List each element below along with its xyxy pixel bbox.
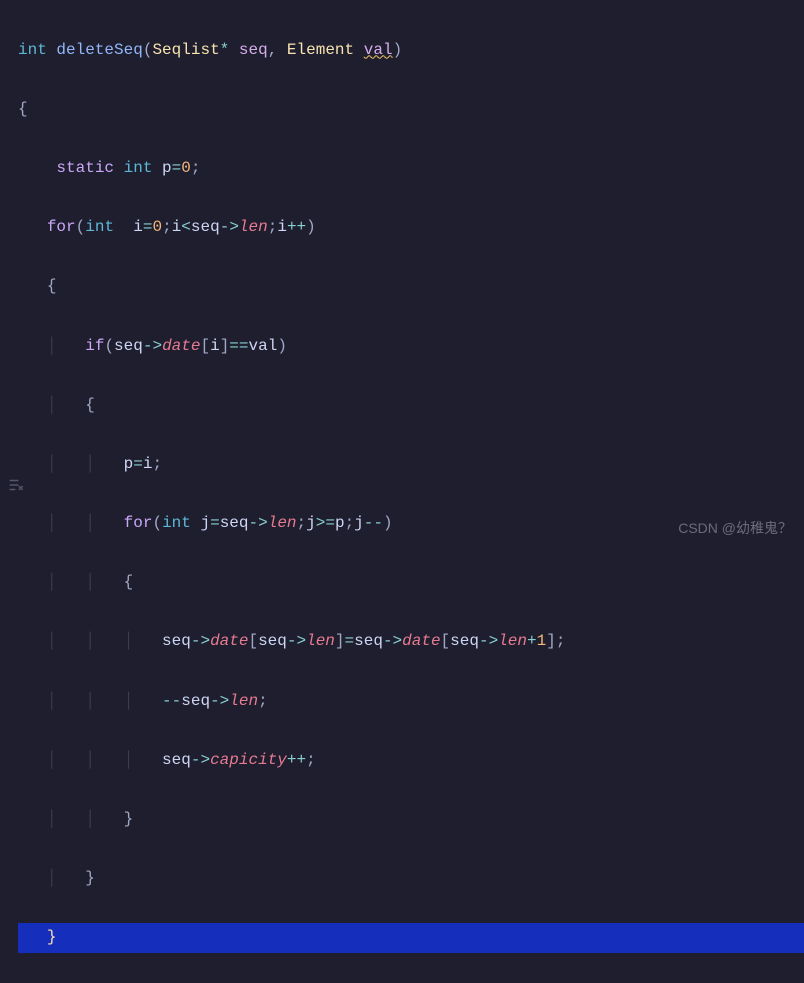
code-line: int deleteSeq(Seqlist* seq, Element val) [18,36,804,66]
watermark: CSDN @幼稚鬼？ [678,516,792,542]
code-editor[interactable]: int deleteSeq(Seqlist* seq, Element val)… [0,0,804,983]
code-line: │ │ │ seq->capicity++; [18,746,804,776]
code-line: │ │ │ --seq->len; [18,687,804,717]
code-line: { [18,272,804,302]
code-line: │ │ p=i; [18,450,804,480]
edit-suggestion-icon[interactable] [8,476,26,506]
code-line: │ │ │ seq->date[seq->len]=seq->date[seq-… [18,627,804,657]
code-line: │ } [18,864,804,894]
code-line: for(int i=0;i<seq->len;i++) [18,213,804,243]
code-line: │ │ { [18,568,804,598]
code-line: │ │ } [18,805,804,835]
code-line-highlighted: } [18,923,804,953]
code-line: │ { [18,391,804,421]
code-line: │ if(seq->date[i]==val) [18,332,804,362]
code-line: static int p=0; [18,154,804,184]
code-line: { [18,95,804,125]
